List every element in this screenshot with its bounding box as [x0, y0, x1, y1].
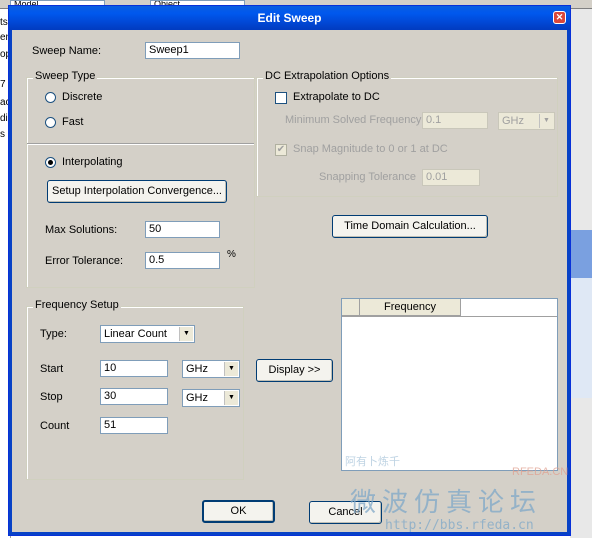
- stop-unit-value: GHz: [186, 392, 208, 404]
- display-button[interactable]: Display >>: [256, 359, 333, 382]
- watermark-rfeda: RFEDA.CN: [512, 466, 569, 478]
- close-icon[interactable]: ✕: [553, 11, 566, 24]
- start-label: Start: [40, 363, 64, 375]
- ok-button[interactable]: OK: [202, 500, 275, 523]
- edit-sweep-dialog: Edit Sweep ✕ Sweep Name: Sweep1 Sweep Ty…: [8, 5, 571, 536]
- watermark-small-text: 阿有卜炼千: [345, 456, 400, 468]
- start-unit-select[interactable]: GHz ▼: [182, 360, 240, 378]
- frequency-column-header[interactable]: Frequency: [360, 299, 461, 316]
- sweep-name-label: Sweep Name:: [32, 45, 102, 57]
- error-tolerance-label: Error Tolerance:: [45, 255, 124, 267]
- left-fragment: 7: [0, 79, 6, 90]
- stop-input[interactable]: 30: [100, 388, 168, 405]
- frequency-table[interactable]: Frequency: [341, 298, 558, 471]
- snapping-tolerance-input[interactable]: 0.01: [422, 169, 480, 186]
- minimum-frequency-unit-select[interactable]: GHz ▼: [498, 112, 555, 130]
- table-row-header-corner: [342, 299, 360, 316]
- sweep-type-select[interactable]: Linear Count ▼: [100, 325, 195, 343]
- chevron-down-icon: ▼: [179, 327, 193, 341]
- dialog-title-bar[interactable]: Edit Sweep ✕: [9, 6, 570, 30]
- stop-unit-select[interactable]: GHz ▼: [182, 389, 240, 407]
- sweep-type-value: Linear Count: [104, 328, 167, 340]
- discrete-radio[interactable]: [45, 92, 56, 103]
- sweep-type-title: Sweep Type: [33, 70, 98, 83]
- left-fragment: ts: [0, 17, 8, 28]
- chevron-down-icon: ▼: [224, 391, 238, 405]
- frequency-setup-title: Frequency Setup: [33, 299, 121, 312]
- interpolating-radio[interactable]: [45, 157, 56, 168]
- minimum-solved-frequency-label: Minimum Solved Frequency: [285, 114, 422, 126]
- left-fragment: s: [0, 129, 5, 140]
- chevron-down-icon: ▼: [539, 114, 553, 128]
- max-solutions-input[interactable]: 50: [145, 221, 220, 238]
- error-tolerance-input[interactable]: 0.5: [145, 252, 220, 269]
- background-stripe: [570, 230, 592, 278]
- snap-magnitude-checkbox[interactable]: ✔: [275, 144, 287, 156]
- error-tolerance-unit: %: [227, 249, 236, 260]
- count-label: Count: [40, 420, 70, 432]
- watermark-forum-name: 微波仿真论坛: [350, 488, 543, 518]
- sweep-type-divider: [27, 143, 254, 144]
- dialog-body: Sweep Name: Sweep1 Sweep Type Discrete F…: [9, 30, 570, 535]
- minimum-solved-frequency-input[interactable]: 0.1: [422, 112, 488, 129]
- table-header-line: [342, 316, 557, 317]
- start-unit-value: GHz: [186, 363, 208, 375]
- extrapolate-to-dc-checkbox[interactable]: [275, 92, 287, 104]
- sweep-name-input[interactable]: Sweep1: [145, 42, 240, 59]
- dc-extrapolation-title: DC Extrapolation Options: [263, 70, 392, 83]
- snapping-tolerance-label: Snapping Tolerance: [319, 171, 417, 183]
- discrete-label: Discrete: [62, 91, 103, 103]
- minimum-frequency-unit-value: GHz: [502, 115, 524, 127]
- fast-label: Fast: [62, 116, 84, 128]
- type-label: Type:: [40, 328, 67, 340]
- watermark-url: http://bbs.rfeda.cn: [385, 518, 534, 533]
- extrapolate-to-dc-label: Extrapolate to DC: [293, 91, 380, 103]
- fast-radio[interactable]: [45, 117, 56, 128]
- max-solutions-label: Max Solutions:: [45, 224, 118, 236]
- snap-magnitude-label: Snap Magnitude to 0 or 1 at DC: [293, 143, 448, 155]
- time-domain-calculation-button[interactable]: Time Domain Calculation...: [332, 215, 488, 238]
- stop-label: Stop: [40, 391, 63, 403]
- interpolating-label: Interpolating: [62, 156, 123, 168]
- background-stripe: [570, 278, 592, 398]
- start-input[interactable]: 10: [100, 360, 168, 377]
- chevron-down-icon: ▼: [224, 362, 238, 376]
- setup-interpolation-convergence-button[interactable]: Setup Interpolation Convergence...: [47, 180, 227, 203]
- count-input[interactable]: 51: [100, 417, 168, 434]
- dialog-title: Edit Sweep: [257, 11, 322, 25]
